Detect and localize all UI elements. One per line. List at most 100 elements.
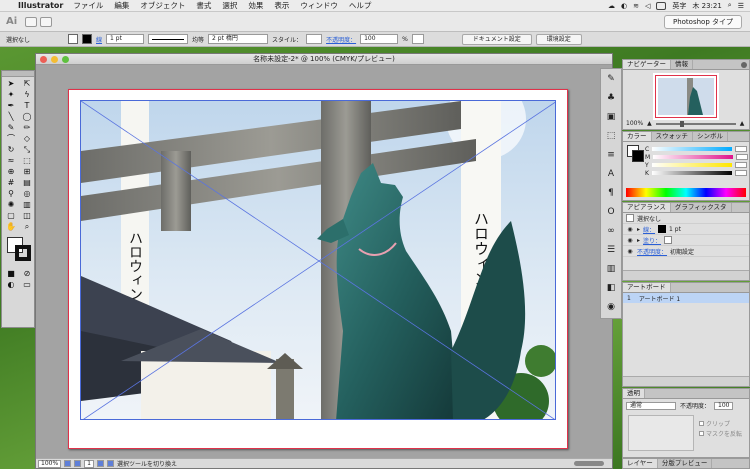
- slice-tool-icon[interactable]: ◫: [19, 210, 35, 221]
- appearance-fill-swatch[interactable]: [664, 236, 673, 244]
- stroke-weight-field[interactable]: 1 pt: [106, 34, 145, 44]
- opacity-field[interactable]: 100: [360, 34, 399, 44]
- navigator-zoom-value[interactable]: 100%: [626, 120, 643, 127]
- artboard-tool-icon[interactable]: ▢: [3, 210, 19, 221]
- prev-artboard-button[interactable]: [74, 460, 82, 467]
- zoom-out-icon[interactable]: ▲: [647, 120, 652, 127]
- appearance-fill-row[interactable]: ◉ ▸ 塗り：: [623, 235, 749, 246]
- color-stroke-swatch[interactable]: [632, 150, 644, 162]
- character-icon[interactable]: A: [601, 164, 621, 183]
- blend-mode-dropdown[interactable]: 通常: [626, 401, 676, 410]
- eye-icon[interactable]: ◉: [626, 237, 634, 244]
- menu-window[interactable]: ウィンドウ: [300, 0, 338, 11]
- paragraph-icon[interactable]: ¶: [601, 183, 621, 202]
- tab-symbols[interactable]: シンボル: [693, 132, 728, 141]
- transform-icon[interactable]: ⬚: [601, 126, 621, 145]
- stroke-swatch[interactable]: [82, 34, 93, 44]
- opentype-icon[interactable]: O: [601, 202, 621, 221]
- headphones-icon[interactable]: ◐: [621, 2, 627, 10]
- stroke-profile-dropdown[interactable]: [148, 34, 189, 44]
- appearance-fill-label[interactable]: 塗り：: [643, 236, 661, 245]
- draw-mode-icon[interactable]: ◐: [3, 279, 19, 290]
- graphic-styles-icon[interactable]: ▣: [601, 107, 621, 126]
- magic-wand-tool-icon[interactable]: ✦: [3, 89, 19, 100]
- bridge-button[interactable]: [25, 16, 38, 27]
- paintbrush-tool-icon[interactable]: ✎: [3, 122, 19, 133]
- shape-builder-tool-icon[interactable]: ⊕: [3, 166, 19, 177]
- scale-tool-icon[interactable]: ⤡: [19, 144, 35, 155]
- ellipse-tool-icon[interactable]: ◯: [19, 111, 35, 122]
- artboard-name[interactable]: アートボード 1: [639, 294, 680, 303]
- brushes-icon[interactable]: ✎: [601, 69, 621, 88]
- recolor-button[interactable]: [411, 34, 424, 44]
- preferences-button[interactable]: 環境設定: [535, 33, 582, 45]
- view-rectangle[interactable]: [655, 75, 717, 118]
- appearance-opacity-row[interactable]: ◉ 不透明度： 初期設定: [623, 246, 749, 257]
- opacity-link[interactable]: 不透明度：: [326, 35, 356, 44]
- pencil-tool-icon[interactable]: ✏: [19, 122, 35, 133]
- stroke-link[interactable]: 線: [96, 35, 102, 44]
- document-setup-button[interactable]: ドキュメント設定: [461, 33, 532, 45]
- zoom-tool-icon[interactable]: ⌕: [19, 221, 35, 232]
- align-icon[interactable]: ≡: [601, 145, 621, 164]
- stroke-color-icon[interactable]: [15, 245, 31, 261]
- pen-tool-icon[interactable]: ✒: [3, 100, 19, 111]
- disclosure-icon[interactable]: ▸: [637, 237, 640, 244]
- blend-tool-icon[interactable]: ◎: [19, 188, 35, 199]
- volume-icon[interactable]: ◁: [645, 2, 650, 10]
- selection-tool-icon[interactable]: ➤: [3, 78, 19, 89]
- yellow-field[interactable]: [734, 162, 747, 168]
- tab-color[interactable]: カラー: [623, 132, 652, 141]
- navigator-zoom-slider[interactable]: [655, 120, 736, 127]
- tab-transparency[interactable]: 透明: [623, 389, 645, 398]
- tab-graphic-styles[interactable]: グラフィックスタ: [671, 203, 732, 212]
- artboard[interactable]: ハロウィン 祭 ハロウィン 半田市 祭: [68, 89, 568, 449]
- search-icon[interactable]: ⌕: [728, 1, 732, 10]
- line-tool-icon[interactable]: ╲: [3, 111, 19, 122]
- type-tool-icon[interactable]: T: [19, 100, 35, 111]
- stroke-panel-icon[interactable]: ☰: [601, 240, 621, 259]
- cloud-icon[interactable]: ☁: [608, 2, 615, 10]
- menu-view[interactable]: 表示: [274, 0, 289, 11]
- appearance-stroke-row[interactable]: ◉ ▸ 線： 1 pt: [623, 224, 749, 235]
- placed-photo[interactable]: ハロウィン 祭 ハロウィン 半田市 祭: [80, 100, 556, 420]
- black-slider[interactable]: [651, 171, 732, 175]
- menu-file[interactable]: ファイル: [73, 0, 103, 11]
- width-tool-icon[interactable]: ≈: [3, 155, 19, 166]
- invert-mask-checkbox[interactable]: マスクを反転: [699, 429, 742, 438]
- rotate-tool-icon[interactable]: ↻: [3, 144, 19, 155]
- artboard-row[interactable]: 1 アートボード 1: [623, 293, 749, 303]
- wifi-icon[interactable]: ≋: [633, 2, 639, 10]
- pathfinder-icon[interactable]: ◧: [601, 278, 621, 297]
- ime-indicator[interactable]: 英字: [672, 1, 686, 11]
- menu-type[interactable]: 書式: [196, 0, 211, 11]
- app-menu[interactable]: Illustrator: [18, 1, 63, 10]
- zoom-in-icon[interactable]: ▲: [740, 120, 745, 127]
- battery-icon[interactable]: [656, 1, 667, 10]
- eraser-tool-icon[interactable]: ◇: [19, 133, 35, 144]
- cyan-slider[interactable]: [652, 147, 733, 151]
- column-graph-tool-icon[interactable]: ▥: [19, 199, 35, 210]
- tab-artboards[interactable]: アートボード: [623, 283, 671, 292]
- menu-edit[interactable]: 編集: [114, 0, 129, 11]
- menu-help[interactable]: ヘルプ: [349, 0, 372, 11]
- blob-brush-tool-icon[interactable]: ⌒: [3, 133, 19, 144]
- status-text[interactable]: 選択ツールを切り換え: [117, 459, 177, 468]
- tab-appearance[interactable]: アピアランス: [623, 203, 671, 212]
- hand-tool-icon[interactable]: ✋: [3, 221, 19, 232]
- mesh-tool-icon[interactable]: #: [3, 177, 19, 188]
- screen-mode-icon[interactable]: ▭: [19, 279, 35, 290]
- last-artboard-button[interactable]: [106, 460, 114, 467]
- clock[interactable]: 木 23:21: [692, 1, 721, 11]
- symbol-sprayer-tool-icon[interactable]: ✺: [3, 199, 19, 210]
- color-spectrum[interactable]: [626, 188, 746, 197]
- transparency-opacity-field[interactable]: 100: [714, 401, 734, 410]
- disclosure-icon[interactable]: ▸: [637, 226, 640, 233]
- symbols-icon[interactable]: ♣: [601, 88, 621, 107]
- yellow-slider[interactable]: [651, 163, 732, 167]
- menu-object[interactable]: オブジェクト: [140, 0, 185, 11]
- gradient-panel-icon[interactable]: ▥: [601, 259, 621, 278]
- artboard-number-field[interactable]: 1: [84, 459, 94, 468]
- tab-info[interactable]: 情報: [671, 60, 693, 69]
- color-mode-icon[interactable]: ■: [3, 268, 19, 279]
